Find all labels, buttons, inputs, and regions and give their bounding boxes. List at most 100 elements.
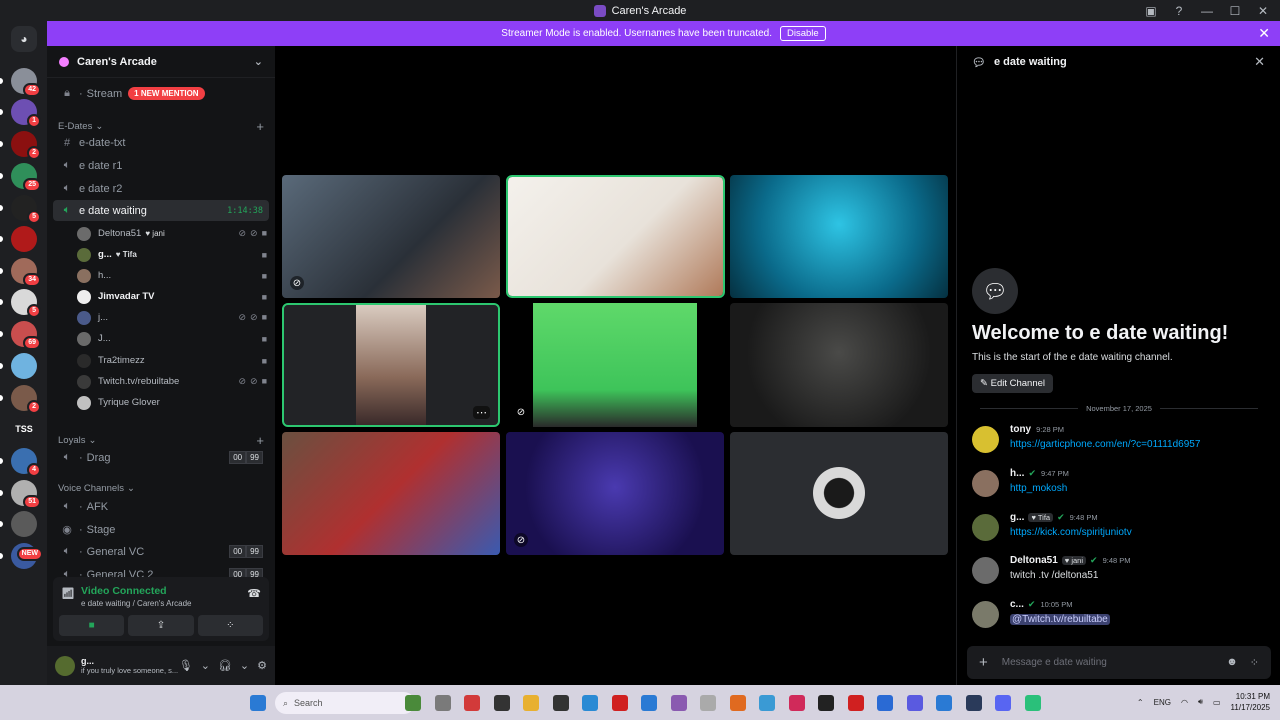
video-tile[interactable]: ⊘	[282, 175, 500, 298]
avatar[interactable]	[972, 601, 999, 628]
disable-streamer-mode-button[interactable]: Disable	[780, 26, 826, 41]
microphone-icon[interactable]: 🎙︎	[179, 659, 193, 672]
battery-icon[interactable]: ▭	[1213, 698, 1221, 707]
taskbar-app-icon[interactable]	[670, 695, 687, 711]
taskbar-app-icon[interactable]	[700, 695, 716, 711]
taskbar-app-icon[interactable]	[877, 695, 893, 711]
taskbar-app-icon[interactable]	[906, 695, 923, 711]
clock[interactable]: 10:31 PM 11/17/2025	[1231, 691, 1270, 713]
taskbar-app-icon[interactable]	[552, 695, 569, 711]
avatar[interactable]	[972, 557, 999, 584]
message-author[interactable]: tony	[1010, 424, 1031, 435]
video-tile[interactable]: ⊘	[506, 303, 726, 427]
video-tile[interactable]: ⊘	[506, 432, 724, 555]
voice-user[interactable]: Tyrique Glover	[77, 393, 267, 412]
close-chat-icon[interactable]: ✕	[1254, 54, 1265, 70]
taskbar-app-icon[interactable]	[818, 695, 834, 711]
message-author[interactable]: h...	[1010, 468, 1024, 479]
category-voice-channels[interactable]: Voice Channels ⌄	[58, 483, 264, 494]
server-icon[interactable]: 25	[11, 163, 41, 192]
taskbar-app-icon[interactable]	[464, 695, 480, 711]
more-options-icon[interactable]: ⋯	[473, 406, 490, 419]
server-icon[interactable]: TSS	[11, 416, 37, 442]
message-link[interactable]: https://garticphone.com/en/?c=01111d6957	[1010, 439, 1200, 450]
message-author[interactable]: c...	[1010, 599, 1024, 610]
chevron-down-icon[interactable]: ⌄	[240, 659, 249, 672]
avatar[interactable]	[972, 514, 999, 541]
server-icon[interactable]: 69	[11, 321, 41, 350]
voice-user[interactable]: Tra2timezz ■	[77, 351, 267, 370]
channel-e-date-r2[interactable]: 🔈︎ e date r2	[53, 178, 269, 199]
taskbar-app-icon[interactable]	[582, 695, 598, 711]
channel-e-date-txt[interactable]: # e-date-txt	[53, 132, 269, 153]
apps-icon[interactable]: ⁘	[1250, 656, 1259, 669]
message-author[interactable]: Deltona51	[1010, 555, 1058, 566]
message-link[interactable]: https://kick.com/spiritjuniotv	[1010, 527, 1132, 538]
voice-location[interactable]: e date waiting / Caren's Arcade	[81, 599, 191, 608]
server-icon[interactable]: 1	[11, 99, 41, 128]
chevron-down-icon[interactable]: ⌄	[201, 659, 210, 672]
chevron-up-icon[interactable]: ⌃	[1137, 698, 1144, 707]
activities-button[interactable]: ⁘	[197, 615, 263, 636]
taskbar-app-icon[interactable]	[1024, 695, 1041, 711]
server-icon[interactable]: 51	[11, 480, 41, 509]
taskbar-app-icon[interactable]	[995, 695, 1011, 711]
video-tile-speaking[interactable]	[506, 175, 725, 298]
gear-icon[interactable]: ⚙	[257, 659, 267, 672]
video-tile[interactable]	[730, 175, 948, 298]
taskbar-app-icon[interactable]	[493, 695, 510, 711]
taskbar-app-icon[interactable]	[965, 695, 982, 711]
message-input[interactable]: Message e date waiting	[1002, 657, 1107, 668]
add-channel-icon[interactable]: +	[256, 433, 264, 448]
minimize-button[interactable]: —	[1198, 2, 1216, 20]
edit-channel-button[interactable]: ✎ Edit Channel	[972, 374, 1054, 393]
screen-share-button[interactable]: ⇪	[128, 615, 194, 636]
add-attachment-icon[interactable]: +	[979, 654, 988, 671]
headphones-icon[interactable]: 🎧︎	[218, 659, 232, 672]
inbox-icon[interactable]: ▣	[1142, 2, 1160, 20]
voice-user[interactable]: Twitch.tv/rebuiltabe ⊘ ⊘ ■	[77, 372, 267, 391]
taskbar-app-icon[interactable]	[611, 695, 628, 711]
channel-general-vc[interactable]: 🔈︎ · General VC 00 99	[53, 541, 269, 562]
video-tile-avatar[interactable]	[730, 432, 948, 555]
avatar[interactable]	[972, 470, 999, 497]
banner-close-icon[interactable]: ✕	[1258, 25, 1270, 42]
user-mention[interactable]: @Twitch.tv/rebuiltabe	[1010, 614, 1110, 625]
server-icon[interactable]: 2	[11, 385, 41, 414]
voice-user[interactable]: Jimvadar TV ■	[77, 287, 267, 306]
server-icon[interactable]: 34	[11, 258, 41, 287]
wifi-icon[interactable]: ◠	[1181, 698, 1188, 707]
taskbar-app-icon[interactable]	[788, 695, 805, 711]
server-icon[interactable]	[11, 353, 37, 379]
language-indicator[interactable]: ENG	[1154, 698, 1171, 707]
signal-icon[interactable]: 📶︎	[61, 587, 75, 600]
server-icon[interactable]: NEW	[11, 543, 43, 569]
voice-user[interactable]: Deltona51 ♥ jani ⊘ ⊘ ■	[77, 224, 267, 243]
voice-user[interactable]: h... ■	[77, 266, 267, 285]
channel-e-date-waiting[interactable]: 🔈︎ e date waiting 1:14:38	[53, 200, 269, 221]
close-window-button[interactable]: ✕	[1254, 2, 1272, 20]
server-icon[interactable]: 5	[11, 195, 41, 224]
server-icon[interactable]: 4	[11, 448, 41, 477]
taskbar-app-icon[interactable]	[936, 695, 952, 711]
voice-user[interactable]: g... ♥ Tifa ■	[77, 245, 267, 264]
taskbar-app-icon[interactable]	[405, 695, 421, 711]
avatar[interactable]	[972, 426, 999, 453]
taskbar-app-icon[interactable]	[434, 695, 451, 711]
video-tile-speaking[interactable]: ⋯	[282, 303, 500, 427]
emoji-icon[interactable]: ☻	[1226, 656, 1238, 669]
server-icon[interactable]	[11, 511, 37, 537]
channel-afk[interactable]: 🔈︎ · AFK	[53, 496, 269, 517]
discord-home-button[interactable]: ◕	[11, 26, 37, 52]
help-icon[interactable]: ?	[1170, 2, 1188, 20]
category-loyals[interactable]: Loyals ⌄ +	[58, 433, 264, 448]
taskbar-app-icon[interactable]	[641, 695, 657, 711]
channel-e-date-r1[interactable]: 🔈︎ e date r1	[53, 155, 269, 176]
channel-stage[interactable]: ◉ · Stage	[53, 519, 269, 540]
server-icon[interactable]: 42	[11, 68, 41, 97]
start-icon[interactable]	[250, 695, 266, 711]
voice-status[interactable]: Video Connected	[81, 585, 167, 597]
disconnect-icon[interactable]: ☎︎	[247, 587, 261, 600]
server-icon[interactable]: 2	[11, 131, 41, 160]
video-tile[interactable]	[730, 303, 948, 427]
